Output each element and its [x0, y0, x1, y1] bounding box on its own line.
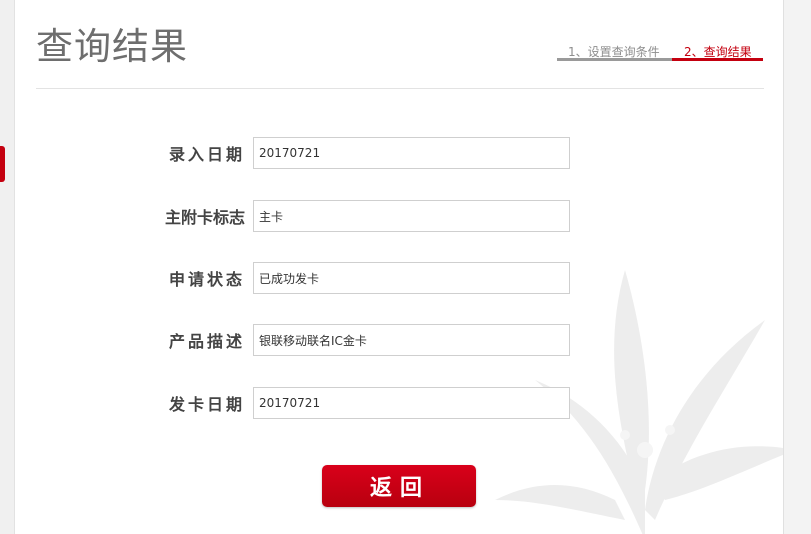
form-row-product-description: 产品描述 [145, 323, 570, 357]
issue-date-label: 发卡日期 [168, 395, 245, 414]
application-status-label: 申请状态 [168, 270, 245, 289]
right-edge [783, 0, 811, 534]
content-panel: 查询结果 1、设置查询条件 2、查询结果 录入日期 主附卡标志 申请状态 产品描… [15, 0, 783, 534]
form-row-issue-date: 发卡日期 [145, 386, 570, 420]
product-description-label: 产品描述 [168, 332, 245, 351]
entry-date-field[interactable] [253, 137, 570, 169]
step-query-results: 2、查询结果 [672, 44, 763, 61]
issue-date-field[interactable] [253, 387, 570, 419]
step-set-conditions[interactable]: 1、设置查询条件 [557, 44, 672, 61]
product-description-field[interactable] [253, 324, 570, 356]
card-type-label: 主附卡标志 [164, 208, 245, 227]
left-sidebar-edge [0, 0, 15, 534]
entry-date-label: 录入日期 [168, 145, 245, 164]
back-button[interactable]: 返回 [322, 465, 476, 507]
form-row-application-status: 申请状态 [145, 261, 570, 295]
title-divider [36, 88, 764, 89]
sidebar-tab-marker[interactable] [0, 146, 5, 182]
application-status-field[interactable] [253, 262, 570, 294]
page-title: 查询结果 [36, 25, 188, 68]
step-indicator: 1、设置查询条件 2、查询结果 [557, 44, 763, 64]
form-row-entry-date: 录入日期 [145, 136, 570, 170]
card-type-field[interactable] [253, 200, 570, 232]
form-row-card-type: 主附卡标志 [145, 199, 570, 233]
